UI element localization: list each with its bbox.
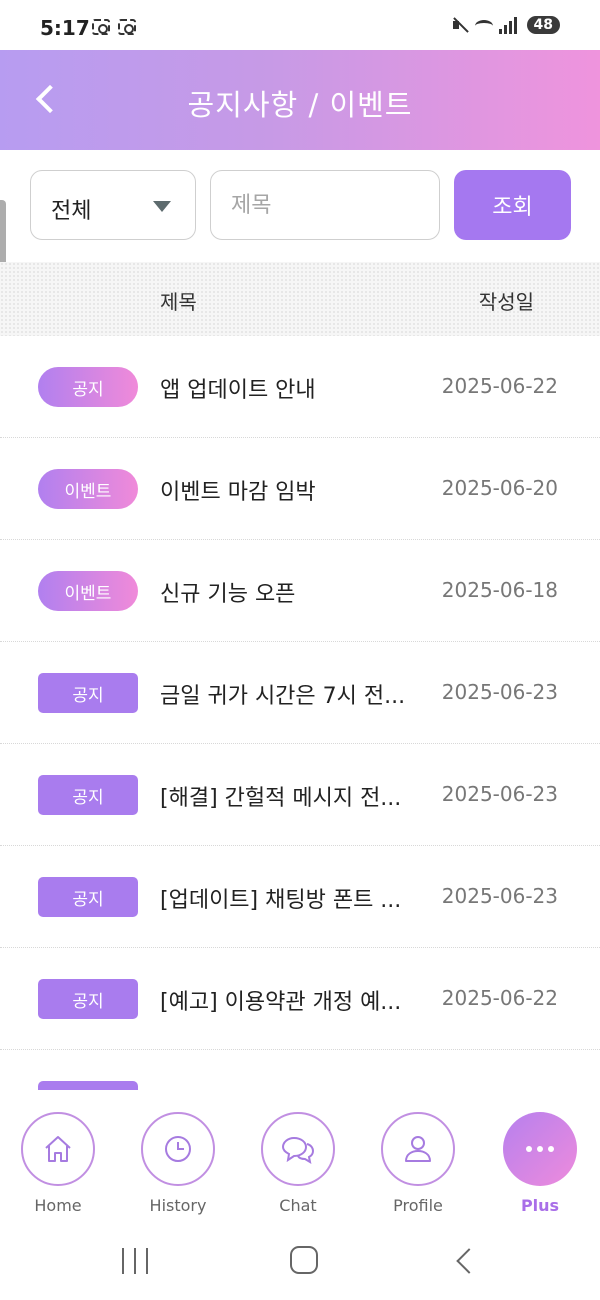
- caret-down-icon: [153, 201, 171, 212]
- notice-row[interactable]: 공지 금일 귀가 시간은 7시 전... 2025-06-23: [0, 642, 600, 744]
- home-icon: [45, 1136, 71, 1162]
- system-back-icon[interactable]: [456, 1248, 482, 1274]
- screen-capture-icon: [92, 19, 110, 35]
- chat-bubbles-icon: [281, 1136, 315, 1165]
- notice-title: [업데이트] 채팅방 폰트 ...: [160, 888, 402, 913]
- notice-title: 이벤트 마감 임박: [160, 480, 316, 505]
- category-badge: 공지: [38, 775, 138, 815]
- nav-label-home: Home: [34, 1196, 82, 1215]
- clock-icon: [165, 1136, 191, 1162]
- mute-icon: [451, 16, 469, 34]
- recent-apps-icon[interactable]: [122, 1248, 148, 1274]
- notice-row[interactable]: 공지 [예고] 이용약관 개정 예... 2025-06-22: [0, 948, 600, 1050]
- notice-list: 공지 앱 업데이트 안내 2025-06-22 이벤트 이벤트 마감 임박 2025-06…: [0, 336, 600, 1090]
- nav-home[interactable]: Home: [8, 1112, 108, 1215]
- person-icon: [405, 1136, 431, 1162]
- notice-title: 앱 업데이트 안내: [160, 378, 316, 403]
- category-badge: 이벤트: [38, 469, 138, 509]
- category-badge: 공지: [38, 1081, 138, 1090]
- page-title: 공지사항 / 이벤트: [187, 88, 413, 122]
- category-value: 전체: [51, 199, 92, 224]
- more-dots-icon: [526, 1146, 554, 1152]
- notice-date: 2025-06-20: [441, 476, 558, 500]
- wifi-icon: [474, 20, 493, 32]
- app-header: 공지사항 / 이벤트: [0, 50, 600, 150]
- category-badge: 공지: [38, 673, 138, 713]
- notice-row[interactable]: 공지 [해결] 간헐적 메시지 전... 2025-06-23: [0, 744, 600, 846]
- notice-date: 2025-06-18: [441, 578, 558, 602]
- search-button[interactable]: 조회: [454, 170, 571, 240]
- nav-label-chat: Chat: [279, 1196, 317, 1215]
- system-home-icon[interactable]: [290, 1246, 318, 1274]
- table-header: 제목 작성일: [0, 262, 600, 336]
- nav-label-profile: Profile: [393, 1196, 443, 1215]
- category-badge: 공지: [38, 877, 138, 917]
- notice-date: 2025-06-22: [441, 986, 558, 1010]
- notice-date: 2025-06-23: [441, 782, 558, 806]
- category-dropdown[interactable]: 전체: [30, 170, 196, 240]
- status-time: 5:17: [40, 16, 90, 40]
- column-header-title: 제목: [160, 290, 197, 314]
- notice-row[interactable]: 이벤트 이벤트 마감 임박 2025-06-20: [0, 438, 600, 540]
- notice-row[interactable]: 이벤트 신규 기능 오픈 2025-06-18: [0, 540, 600, 642]
- nav-label-plus: Plus: [520, 1196, 560, 1215]
- screen-record-icon: [118, 19, 136, 35]
- notice-title: 신규 기능 오픈: [160, 582, 296, 607]
- notice-row[interactable]: 공지: [0, 1050, 600, 1090]
- category-badge: 공지: [38, 979, 138, 1019]
- notice-date: 2025-06-23: [441, 680, 558, 704]
- system-navigation-bar: [0, 1220, 600, 1300]
- signal-icon: [498, 16, 517, 34]
- category-badge: 공지: [38, 367, 138, 407]
- nav-label-history: History: [149, 1196, 207, 1215]
- nav-chat[interactable]: Chat: [248, 1112, 348, 1215]
- title-search-input[interactable]: [210, 170, 440, 240]
- notice-date: 2025-06-23: [441, 884, 558, 908]
- notice-row[interactable]: 공지 [업데이트] 채팅방 폰트 ... 2025-06-23: [0, 846, 600, 948]
- nav-profile[interactable]: Profile: [368, 1112, 468, 1215]
- battery-badge: 48: [526, 16, 560, 34]
- nav-plus[interactable]: Plus: [490, 1112, 590, 1215]
- category-badge: 이벤트: [38, 571, 138, 611]
- notice-date: 2025-06-22: [441, 374, 558, 398]
- notice-row[interactable]: 공지 앱 업데이트 안내 2025-06-22: [0, 336, 600, 438]
- status-bar: 5:17 48: [0, 0, 600, 50]
- notice-title: 금일 귀가 시간은 7시 전...: [160, 684, 406, 709]
- nav-history[interactable]: History: [128, 1112, 228, 1215]
- notice-title: [예고] 이용약관 개정 예...: [160, 990, 402, 1015]
- column-header-date: 작성일: [478, 290, 534, 314]
- filter-bar: 전체 조회: [0, 150, 600, 260]
- notice-title: [해결] 간헐적 메시지 전...: [160, 786, 402, 811]
- bottom-navigation: Home History Chat Profile Plus: [0, 1090, 600, 1220]
